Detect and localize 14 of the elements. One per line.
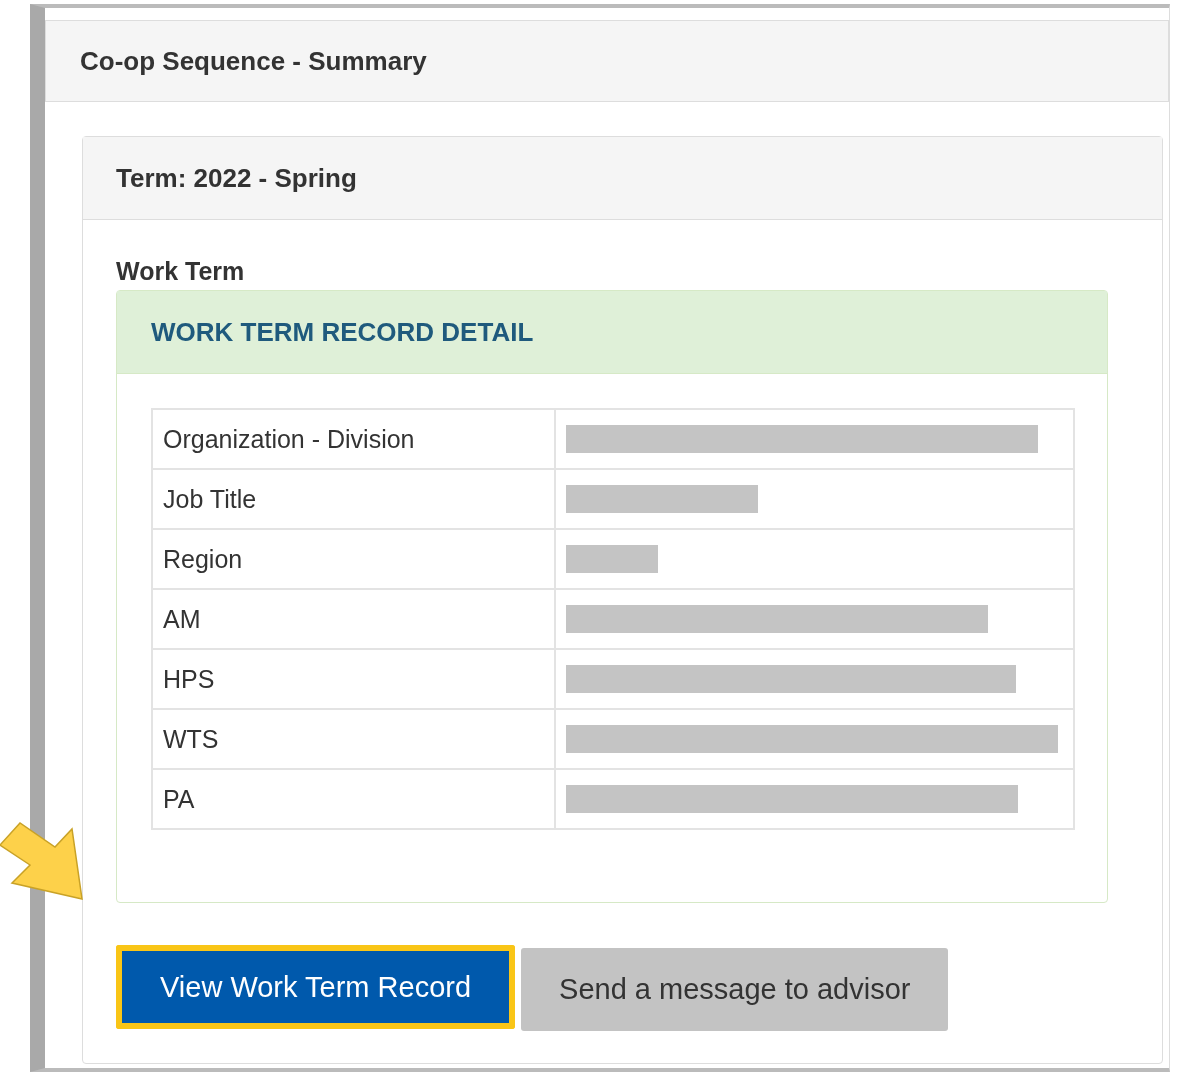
field-label: WTS: [152, 709, 555, 769]
view-record-button[interactable]: View Work Term Record: [116, 945, 516, 1029]
term-title: Term: 2022 - Spring: [116, 162, 357, 194]
field-label: HPS: [152, 649, 555, 709]
field-label: Region: [152, 529, 555, 589]
field-label: AM: [152, 589, 555, 649]
field-label: PA: [152, 769, 555, 829]
field-label: Organization - Division: [152, 409, 555, 469]
record-title: WORK TERM RECORD DETAIL: [151, 316, 534, 348]
field-label: Job Title: [152, 469, 555, 529]
section-label: Work Term: [116, 256, 246, 286]
message-button[interactable]: Send a message to advisor: [521, 948, 949, 1031]
panel-title: Co-op Sequence - Summary: [80, 45, 427, 77]
arrow-icon: [0, 822, 83, 900]
